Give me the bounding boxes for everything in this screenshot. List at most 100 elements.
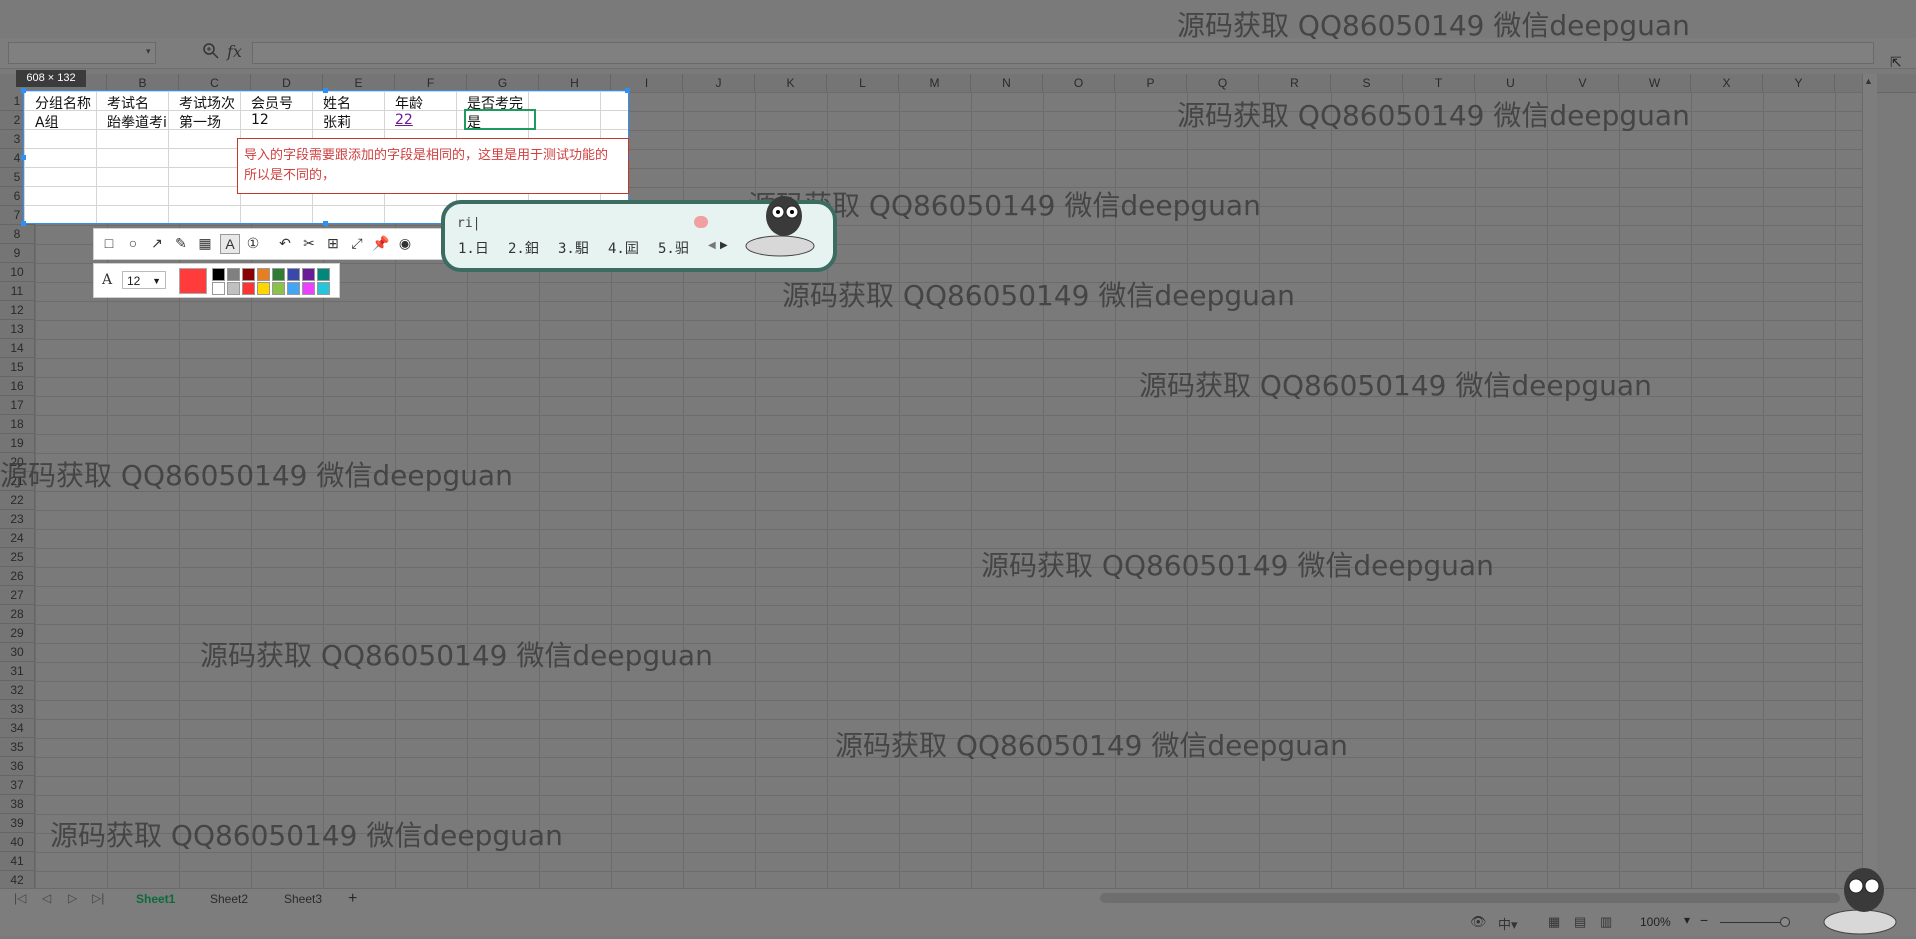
column-header-cell[interactable]: L <box>827 74 899 92</box>
expand-icon[interactable]: ⤢ <box>348 234 366 252</box>
rectangle-icon[interactable]: □ <box>100 234 118 252</box>
resize-handle[interactable] <box>625 88 630 93</box>
ime-candidate[interactable]: 2.鈤 <box>508 238 539 258</box>
resize-handle[interactable] <box>21 221 26 226</box>
header-cell[interactable]: 年龄 <box>395 93 423 113</box>
ime-candidate[interactable]: 1.日 <box>458 238 489 258</box>
data-cell[interactable]: 跆拳道考i <box>107 112 177 132</box>
formula-input[interactable] <box>252 42 1874 64</box>
horizontal-scrollbar[interactable] <box>1100 893 1840 903</box>
column-header-cell[interactable]: Q <box>1187 74 1259 92</box>
column-header-cell[interactable]: K <box>755 74 827 92</box>
ime-emoji-icon[interactable] <box>694 216 708 228</box>
color-swatch[interactable] <box>242 282 255 295</box>
row-header-cell[interactable]: 41 <box>0 852 34 871</box>
color-swatch[interactable] <box>227 282 240 295</box>
next-sheet-icon[interactable]: ▷ <box>68 891 77 905</box>
data-cell[interactable]: 第一场 <box>179 112 221 132</box>
column-header-cell[interactable]: J <box>683 74 755 92</box>
record-icon[interactable]: ◉ <box>396 234 414 252</box>
pin-icon[interactable]: 📌 <box>372 234 390 252</box>
sheet-tab[interactable]: Sheet3 <box>276 889 330 909</box>
color-swatch[interactable] <box>272 268 285 281</box>
page-break-icon[interactable]: ▥ <box>1600 914 1612 930</box>
add-sheet-icon[interactable]: + <box>340 889 365 909</box>
row-header-cell[interactable]: 16 <box>0 377 34 396</box>
color-swatch[interactable] <box>257 282 270 295</box>
ime-candidate[interactable]: 3.馹 <box>558 238 589 258</box>
number-icon[interactable]: ① <box>244 234 262 252</box>
ime-next-icon[interactable]: ▶ <box>720 240 728 251</box>
color-swatch[interactable] <box>302 268 315 281</box>
input-method-icon[interactable]: 中▾ <box>1498 914 1518 933</box>
row-header-cell[interactable]: 40 <box>0 833 34 852</box>
font-size-select[interactable]: 12 ▼ <box>122 271 166 289</box>
row-header-cell[interactable]: 11 <box>0 282 34 301</box>
row-header-cell[interactable]: 27 <box>0 586 34 605</box>
column-header-cell[interactable]: Y <box>1763 74 1835 92</box>
color-swatch[interactable] <box>317 268 330 281</box>
cut-icon[interactable]: ✂ <box>300 234 318 252</box>
text-annotation[interactable]: 导入的字段需要跟添加的字段是相同的，这里是用于测试功能的所以是不同的， <box>244 146 616 186</box>
arrow-icon[interactable]: ↗ <box>148 234 166 252</box>
first-sheet-icon[interactable]: |◁ <box>14 891 26 905</box>
row-header-cell[interactable]: 12 <box>0 301 34 320</box>
column-header-cell[interactable]: M <box>899 74 971 92</box>
row-header-cell[interactable]: 35 <box>0 738 34 757</box>
text-tool-icon[interactable]: A <box>220 234 240 254</box>
row-header-cell[interactable]: 38 <box>0 795 34 814</box>
undo-icon[interactable]: ↶ <box>276 234 294 252</box>
color-swatch[interactable] <box>212 282 225 295</box>
zoom-dropdown-icon[interactable]: ▾ <box>1684 913 1690 927</box>
row-header-cell[interactable]: 28 <box>0 605 34 624</box>
row-header-cell[interactable]: 36 <box>0 757 34 776</box>
color-swatch[interactable] <box>242 268 255 281</box>
row-header-cell[interactable]: 31 <box>0 662 34 681</box>
column-header-cell[interactable]: X <box>1691 74 1763 92</box>
ime-candidate[interactable]: 5.驲 <box>658 238 689 258</box>
column-header-cell[interactable]: P <box>1115 74 1187 92</box>
row-header-cell[interactable]: 23 <box>0 510 34 529</box>
resize-handle[interactable] <box>21 88 26 93</box>
column-header-cell[interactable]: O <box>1043 74 1115 92</box>
data-cell[interactable]: 张莉 <box>323 112 351 132</box>
column-header-cell[interactable]: T <box>1403 74 1475 92</box>
eye-icon[interactable]: 👁 <box>1470 914 1487 930</box>
chevron-down-icon[interactable]: ▾ <box>146 46 151 57</box>
row-header-cell[interactable]: 9 <box>0 244 34 263</box>
ocr-icon[interactable]: ⊞ <box>324 234 342 252</box>
row-header-cell[interactable]: 19 <box>0 434 34 453</box>
header-cell[interactable]: 分组名称 <box>35 93 91 113</box>
row-header-cell[interactable]: 17 <box>0 396 34 415</box>
column-header-cell[interactable]: S <box>1331 74 1403 92</box>
row-header-cell[interactable]: 32 <box>0 681 34 700</box>
row-header-cell[interactable]: 26 <box>0 567 34 586</box>
resize-handle[interactable] <box>323 221 328 226</box>
row-header-cell[interactable]: 29 <box>0 624 34 643</box>
sheet-tab[interactable]: Sheet2 <box>202 889 256 909</box>
zoom-slider-thumb[interactable] <box>1780 917 1790 927</box>
column-header-cell[interactable]: V <box>1547 74 1619 92</box>
row-header-cell[interactable]: 30 <box>0 643 34 662</box>
header-cell[interactable]: 考试名 <box>107 93 149 113</box>
header-cell[interactable]: 姓名 <box>323 93 351 113</box>
name-box[interactable] <box>8 42 156 64</box>
data-cell[interactable]: A组 <box>35 112 59 132</box>
vertical-scrollbar[interactable] <box>1862 74 1877 888</box>
row-header-cell[interactable]: 13 <box>0 320 34 339</box>
color-swatch[interactable] <box>317 282 330 295</box>
zoom-level[interactable]: 100% <box>1640 915 1671 929</box>
column-header-cell[interactable]: U <box>1475 74 1547 92</box>
zoom-icon[interactable] <box>202 42 220 60</box>
resize-handle[interactable] <box>21 155 26 160</box>
row-header-cell[interactable]: 37 <box>0 776 34 795</box>
data-cell[interactable]: 22 <box>395 112 413 128</box>
row-header-cell[interactable]: 18 <box>0 415 34 434</box>
ellipse-icon[interactable]: ○ <box>124 234 142 252</box>
color-swatch[interactable] <box>287 268 300 281</box>
row-header-cell[interactable]: 34 <box>0 719 34 738</box>
page-layout-icon[interactable]: ▤ <box>1574 914 1586 930</box>
row-header-cell[interactable]: 8 <box>0 225 34 244</box>
scroll-up-icon[interactable]: ▲ <box>1864 76 1873 86</box>
column-header-cell[interactable]: W <box>1619 74 1691 92</box>
